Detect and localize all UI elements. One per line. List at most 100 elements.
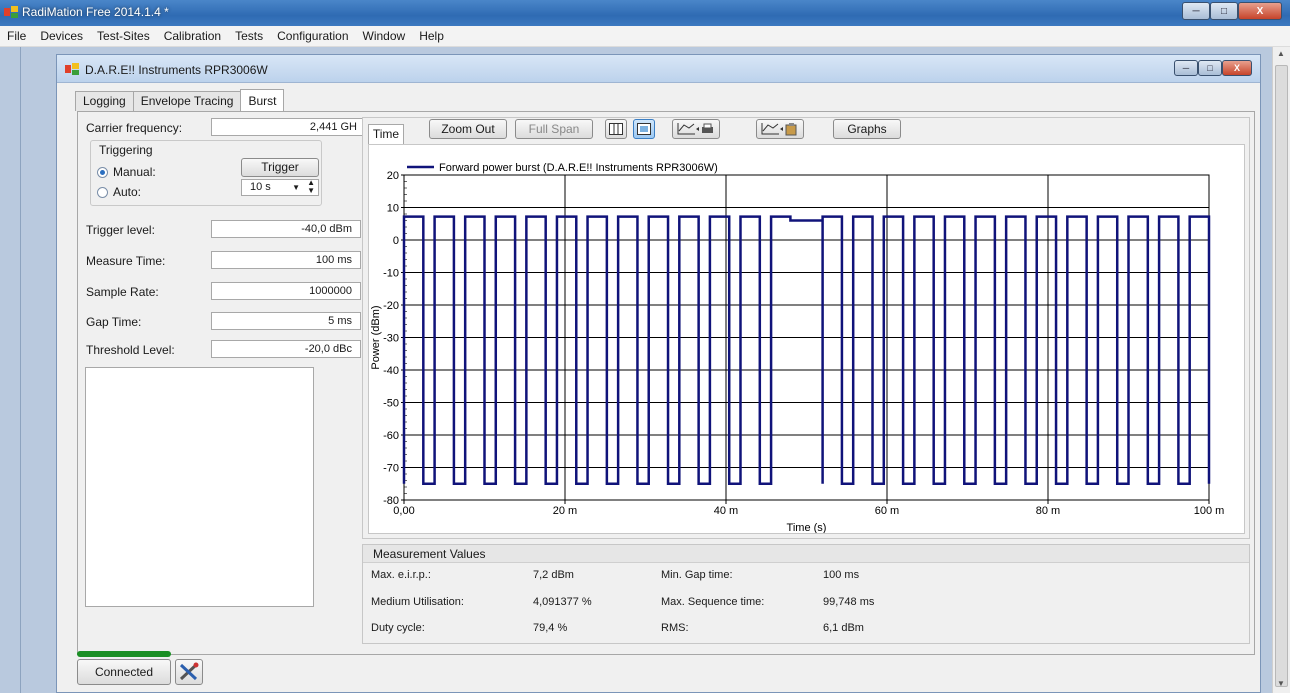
minimize-button[interactable]: ─ <box>1182 2 1210 20</box>
zoom-out-button[interactable]: Zoom Out <box>429 119 507 139</box>
menu-file[interactable]: File <box>0 26 33 46</box>
x-tick-label: 80 m <box>1036 505 1060 517</box>
legend-label: Forward power burst (D.A.R.E!! Instrumen… <box>439 162 718 174</box>
auto-label: Auto: <box>113 185 142 199</box>
menu-calibration[interactable]: Calibration <box>157 26 228 46</box>
carrier-frequency-field[interactable]: 2,441 GH <box>211 118 366 136</box>
max-sequence-time-value: 99,748 ms <box>823 596 875 608</box>
legend-toggle-icon[interactable] <box>633 119 655 139</box>
duty-cycle-label: Duty cycle: <box>371 622 425 634</box>
child-close-button[interactable]: X <box>1222 60 1252 76</box>
tab-time[interactable]: Time <box>368 124 404 144</box>
measure-time-field[interactable]: 100 ms <box>211 251 361 269</box>
x-tick-label: 20 m <box>553 505 577 517</box>
x-tick-label: 60 m <box>875 505 899 517</box>
trigger-level-label: Trigger level: <box>86 223 155 237</box>
duty-cycle-value: 79,4 % <box>533 622 568 634</box>
child-maximize-button[interactable]: □ <box>1198 60 1222 76</box>
rms-value: 6,1 dBm <box>823 622 864 634</box>
threshold-level-label: Threshold Level: <box>86 343 175 357</box>
measure-time-row: Measure Time: 100 ms · <box>86 251 367 271</box>
triggering-group: Triggering Manual: Auto: Trigger 10 s ▼ … <box>90 140 322 206</box>
auto-radio-dot[interactable] <box>97 186 108 198</box>
title-bar: RadiMation Free 2014.1.4 * ─ □ X <box>0 0 1290 26</box>
close-button[interactable]: X <box>1238 2 1282 20</box>
menu-window[interactable]: Window <box>356 26 413 46</box>
dropdown-icon[interactable]: ▼ <box>292 180 300 195</box>
scroll-down-icon[interactable]: ▼ <box>1277 679 1285 688</box>
y-tick-label: -40 <box>383 365 399 377</box>
medium-utilisation-value: 4,091377 % <box>533 596 592 608</box>
min-gap-time-value: 100 ms <box>823 569 860 581</box>
tab-strip: Logging Envelope Tracing Burst <box>75 89 285 111</box>
tab-logging[interactable]: Logging <box>75 91 134 111</box>
maximize-button[interactable]: □ <box>1210 2 1238 20</box>
threshold-level-row: Threshold Level: -20,0 dBc · <box>86 340 367 360</box>
y-tick-label: -20 <box>383 300 399 312</box>
menu-bar: File Devices Test-Sites Calibration Test… <box>0 26 1290 47</box>
tools-icon[interactable] <box>175 659 203 685</box>
auto-radio[interactable]: Auto: <box>97 185 141 199</box>
triggering-title: Triggering <box>99 143 153 157</box>
graph-panel: Time Zoom Out Full Span Graphs 20 10 0 -10 -… <box>362 117 1250 539</box>
y-tick-label: -70 <box>383 463 399 475</box>
burst-panel: Carrier frequency: 2,441 GH Triggering M… <box>77 111 1255 655</box>
instrument-icon <box>65 63 79 75</box>
medium-utilisation-label: Medium Utilisation: <box>371 596 464 608</box>
print-graph-icon[interactable] <box>672 119 720 139</box>
sample-rate-row: Sample Rate: 1000000 · <box>86 282 367 302</box>
y-tick-label: -60 <box>383 430 399 442</box>
child-minimize-button[interactable]: ─ <box>1174 60 1198 76</box>
measurement-title: Measurement Values <box>363 545 1249 563</box>
trigger-level-row: Trigger level: -40,0 dBm · <box>86 220 367 240</box>
max-eirp-value: 7,2 dBm <box>533 569 574 581</box>
max-eirp-label: Max. e.i.r.p.: <box>371 569 431 581</box>
instrument-window-titlebar: D.A.R.E!! Instruments RPR3006W ─ □ X <box>57 55 1260 83</box>
manual-radio[interactable]: Manual: <box>97 165 156 179</box>
menu-devices[interactable]: Devices <box>33 26 90 46</box>
instrument-window: D.A.R.E!! Instruments RPR3006W ─ □ X Log… <box>56 54 1261 693</box>
menu-configuration[interactable]: Configuration <box>270 26 355 46</box>
connection-status-bar <box>77 651 171 657</box>
max-sequence-time-label: Max. Sequence time: <box>661 596 765 608</box>
interval-spinner-icon[interactable]: ▲ ▼ <box>307 179 315 195</box>
measurement-panel: Measurement Values Max. e.i.r.p.: 7,2 dB… <box>362 544 1250 644</box>
trigger-button[interactable]: Trigger <box>241 158 319 177</box>
copy-graph-icon[interactable] <box>756 119 804 139</box>
carrier-frequency-row: Carrier frequency: 2,441 GH <box>86 118 366 138</box>
window-title: RadiMation Free 2014.1.4 * <box>22 5 169 19</box>
y-tick-label: 0 <box>393 235 399 247</box>
y-axis-label: Power (dBm) <box>370 305 382 369</box>
x-tick-label: 0,00 <box>393 505 414 517</box>
manual-label: Manual: <box>113 165 156 179</box>
measure-time-label: Measure Time: <box>86 254 166 268</box>
full-span-button[interactable]: Full Span <box>515 119 593 139</box>
gap-time-field[interactable]: 5 ms <box>211 312 361 330</box>
tab-envelope-tracing[interactable]: Envelope Tracing <box>132 91 242 111</box>
tab-burst[interactable]: Burst <box>240 89 285 111</box>
y-tick-label: -30 <box>383 333 399 345</box>
y-tick-label: 20 <box>387 170 399 182</box>
manual-radio-dot[interactable] <box>97 166 108 178</box>
min-gap-time-label: Min. Gap time: <box>661 569 733 581</box>
burst-list[interactable] <box>85 367 314 607</box>
scroll-up-icon[interactable]: ▲ <box>1277 49 1285 58</box>
menu-tests[interactable]: Tests <box>228 26 270 46</box>
scroll-thumb[interactable] <box>1275 65 1288 687</box>
menu-test-sites[interactable]: Test-Sites <box>90 26 157 46</box>
app-icon <box>4 6 18 18</box>
interval-select[interactable]: 10 s ▼ ▲ ▼ <box>241 179 319 196</box>
x-tick-label: 100 m <box>1194 505 1225 517</box>
sample-rate-field[interactable]: 1000000 <box>211 282 361 300</box>
y-tick-label: -50 <box>383 398 399 410</box>
grid-icon[interactable] <box>605 119 627 139</box>
menu-help[interactable]: Help <box>412 26 451 46</box>
outer-scrollbar[interactable]: ▲ ▼ <box>1272 47 1290 693</box>
graphs-button[interactable]: Graphs <box>833 119 901 139</box>
rms-label: RMS: <box>661 622 689 634</box>
trigger-level-field[interactable]: -40,0 dBm <box>211 220 361 238</box>
connected-button[interactable]: Connected <box>77 659 171 685</box>
gap-time-label: Gap Time: <box>86 315 142 329</box>
threshold-level-field[interactable]: -20,0 dBc <box>211 340 361 358</box>
y-tick-label: -10 <box>383 268 399 280</box>
